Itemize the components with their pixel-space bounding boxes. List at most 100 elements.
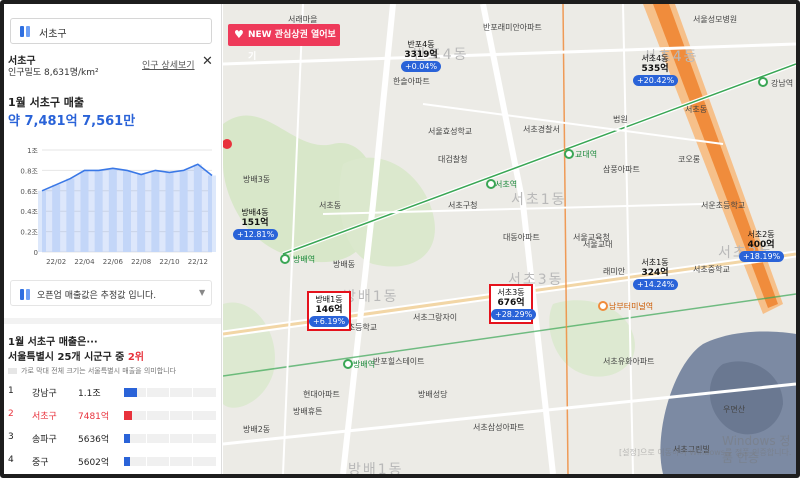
map-place-label: 서초경찰서 [523, 125, 560, 134]
rank-number: 1 [8, 386, 14, 396]
map-marker-seocho2[interactable]: 서초2동 400억 +18.19% [739, 230, 785, 262]
map-place-label: 서초유화아파트 [603, 357, 655, 366]
share-bar-fill [124, 457, 131, 466]
marker-amount: 3319억 [404, 50, 438, 60]
favorite-district-banner[interactable]: ♥ NEW 관심상권 열어보기 [228, 24, 340, 62]
map-district-label: 방배1동 [343, 289, 399, 305]
share-bar [124, 457, 216, 466]
map-place-label: 우면산 [723, 405, 746, 414]
search-box[interactable]: 서초구 [10, 18, 212, 44]
map-place-label: 래미안 [603, 267, 626, 276]
side-panel: 서초구 서초구 인구밀도 8,631명/km² 인구 상세보기 ✕ 1월 서초구… [4, 4, 222, 474]
openub-logo-icon [20, 26, 30, 37]
ranking-subtitle-prefix: 서울특별시 25개 시군구 중 [8, 352, 128, 363]
map-district-label: 서초1동 [511, 192, 567, 208]
map-view[interactable]: 반포4동 서초4동 서초2동 서초3동 방배1동 서초1동 방배1동 서래마을 … [223, 4, 796, 474]
chart-area [42, 164, 212, 252]
map-district-label: 방배1동 [348, 462, 404, 474]
marker-name: 방배4동 [241, 208, 269, 217]
map-place-label: 반포래미안아파트 [483, 23, 542, 32]
map-place-label: 대검찰청 [438, 155, 468, 164]
estimate-notice[interactable]: 오픈업 매출값은 추정값 입니다. ▼ [10, 280, 212, 306]
map-marker-seocho1[interactable]: 서초1동 324억 +14.24% [633, 258, 679, 290]
share-bar-fill [124, 434, 131, 443]
chart-y-tick-label: 0.8조 [20, 167, 38, 175]
marker-name: 서초3동 [497, 288, 525, 297]
population-detail-link[interactable]: 인구 상세보기 [142, 58, 195, 71]
marker-change-badge: +6.19% [309, 316, 350, 327]
chart-x-tick-label: 22/02 [46, 258, 66, 266]
district-name: 강남구 [32, 389, 57, 399]
map-marker-bangbae4[interactable]: 방배4동 151억 +12.81% [233, 208, 279, 240]
map-place-label: 서초구청 [448, 201, 478, 210]
marker-amount: 400억 [747, 240, 775, 250]
chart-y-tick-label: 1조 [27, 147, 38, 155]
map-place-label: 서초동 [685, 105, 708, 114]
sales-value: 약 7,481억 7,561만 [8, 114, 136, 129]
ranking-row-current: 2 서초구 7481억 [8, 409, 218, 423]
map-place-label: 방배성당 [418, 390, 448, 399]
chart-y-tick-label: 0.6조 [20, 188, 38, 196]
map-place-label: 서초그랑자이 [413, 313, 458, 322]
map-subway-label: 방배역 [293, 255, 316, 264]
app-frame: 서초구 서초구 인구밀도 8,631명/km² 인구 상세보기 ✕ 1월 서초구… [0, 0, 800, 478]
marker-change-badge: +14.24% [633, 279, 679, 290]
marker-change-badge: +0.04% [400, 61, 442, 72]
chart-x-tick-label: 22/04 [74, 258, 95, 266]
map-place-label: 방배3동 [243, 175, 271, 184]
map-place-label: 방배동 [333, 260, 356, 269]
ranking-row: 4 중구 5602억 [8, 455, 218, 469]
share-bar-fill [124, 411, 133, 420]
marker-change-badge: +18.19% [739, 251, 785, 262]
chart-y-tick-label: 0.2조 [20, 229, 38, 237]
ranking-title: 1월 서초구 매출은··· [8, 337, 98, 348]
marker-change-badge: +12.81% [233, 229, 279, 240]
ranking-legend: 가로 막대 전체 크기는 서울특별시 매출을 의미합니다 [8, 366, 176, 376]
map-marker-banpo4[interactable]: 반포4동 3319억 +0.04% [399, 40, 443, 72]
marker-amount: 535억 [641, 64, 669, 74]
chart-x-tick-label: 22/12 [188, 258, 208, 266]
openub-logo-icon [20, 289, 30, 300]
marker-amount: 324억 [641, 268, 669, 278]
marker-name: 서초2동 [747, 230, 775, 239]
chart-x-tick-label: 22/06 [103, 258, 124, 266]
map-marker-bangbae1[interactable]: 방배1동 146억 +6.19% [307, 291, 351, 331]
district-name: 서초구 [32, 412, 57, 422]
map-place-label: 삼풍아파트 [603, 165, 640, 174]
chevron-down-icon[interactable]: ▼ [199, 288, 205, 297]
ranking-position: 2위 [127, 352, 145, 363]
district-name: 송파구 [32, 435, 57, 445]
share-bar [124, 434, 216, 443]
map-subway-label: 남부터미널역 [609, 302, 654, 311]
ranking-legend-text: 가로 막대 전체 크기는 서울특별시 매출을 의미합니다 [21, 367, 177, 375]
marker-change-badge: +20.42% [633, 75, 679, 86]
map-place-label: 서초동 [319, 201, 342, 210]
map-subway-label: 강남역 [771, 79, 794, 88]
map-place-label: 서초삼성아파트 [473, 423, 525, 432]
close-icon[interactable]: ✕ [202, 54, 213, 69]
rank-number: 4 [8, 455, 14, 465]
chart-y-tick-label: 0.4조 [20, 208, 38, 216]
share-bar [124, 411, 216, 420]
map-place-label: 방배2동 [243, 425, 271, 434]
district-name: 중구 [32, 458, 49, 468]
district-sales: 7481억 [78, 412, 110, 422]
map-place-label: 서울교육청 [573, 233, 610, 242]
marker-amount: 676억 [497, 298, 525, 308]
map-place-label: 서울성모병원 [693, 15, 738, 24]
map-place-label: 서울효성학교 [428, 127, 473, 136]
map-place-label: 법원 [613, 115, 628, 124]
population-density: 인구밀도 8,631명/km² [8, 68, 99, 78]
section-divider [4, 318, 221, 324]
map-place-label: 코오롱 [678, 155, 701, 164]
map-marker-seocho4[interactable]: 서초4동 535억 +20.42% [633, 54, 679, 86]
map-marker-seocho3[interactable]: 서초3동 676억 +28.29% [489, 284, 537, 324]
search-input[interactable]: 서초구 [39, 25, 67, 40]
share-bar [124, 388, 216, 397]
district-sales: 1.1조 [78, 389, 101, 399]
marker-change-badge: +28.29% [491, 309, 537, 320]
heart-icon: ♥ [234, 28, 244, 41]
estimate-notice-text: 오픈업 매출값은 추정값 입니다. [37, 291, 157, 301]
legend-swatch [8, 368, 17, 374]
marker-amount: 146억 [315, 305, 343, 315]
